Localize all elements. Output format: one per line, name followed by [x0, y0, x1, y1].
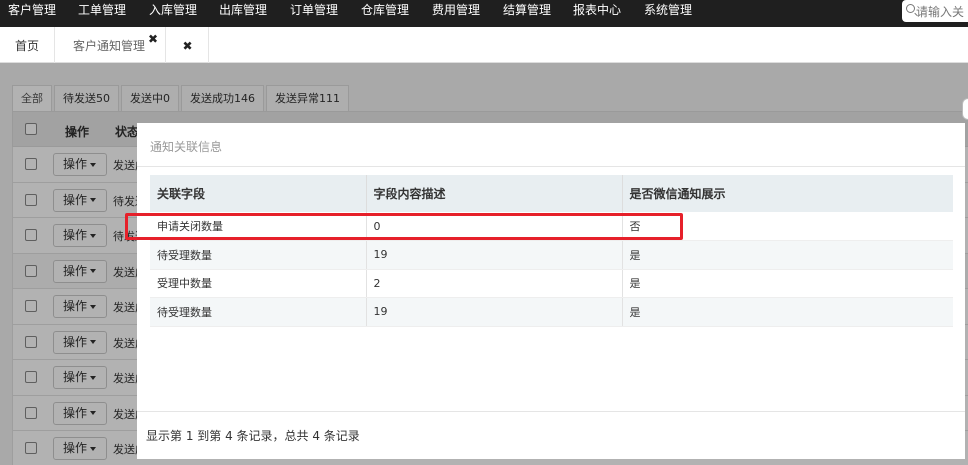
- nav-report-center[interactable]: 报表中心: [573, 0, 621, 27]
- tab-customer-notification[interactable]: 客户通知管理 ✖: [56, 27, 166, 63]
- cell-description: 19: [366, 297, 623, 327]
- nav-system-management[interactable]: 系统管理: [644, 0, 692, 27]
- side-handle[interactable]: [962, 98, 968, 120]
- nav-customer-management[interactable]: 客户管理: [8, 0, 56, 27]
- info-table: 关联字段 字段内容描述 是否微信通知展示 申请关闭数量 0 否 待受理数量 19…: [150, 175, 953, 327]
- cell-description: 2: [366, 269, 623, 298]
- highlight-annotation: [125, 213, 683, 240]
- search-icon: [906, 4, 915, 13]
- close-all-tabs-button[interactable]: ✖: [167, 27, 209, 63]
- nav-settlement-management[interactable]: 结算管理: [503, 0, 551, 27]
- modal-title: 通知关联信息: [150, 140, 223, 154]
- tab-bar: 首页 客户通知管理 ✖ ✖: [0, 27, 968, 63]
- pagination-summary: 显示第 1 到第 4 条记录，总共 4 条记录: [146, 429, 360, 443]
- column-header-wechat-display: 是否微信通知展示: [622, 175, 953, 212]
- column-header-description: 字段内容描述: [366, 175, 623, 212]
- nav-outbound-management[interactable]: 出库管理: [219, 0, 267, 27]
- tab-home[interactable]: 首页: [0, 27, 55, 63]
- top-nav: 客户管理 工单管理 入库管理 出库管理 订单管理 仓库管理 费用管理 结算管理 …: [0, 0, 968, 27]
- table-row: 受理中数量 2 是: [150, 269, 953, 298]
- nav-warehouse-management[interactable]: 仓库管理: [361, 0, 409, 27]
- nav-inbound-management[interactable]: 入库管理: [149, 0, 197, 27]
- cell-wechat-display: 是: [622, 240, 953, 270]
- nav-fee-management[interactable]: 费用管理: [432, 0, 480, 27]
- cell-field: 待受理数量: [150, 297, 367, 327]
- column-header-field: 关联字段: [150, 175, 367, 212]
- search-input[interactable]: 请输入关: [902, 0, 968, 22]
- cell-field: 待受理数量: [150, 240, 367, 270]
- nav-workorder-management[interactable]: 工单管理: [78, 0, 126, 27]
- footer-divider: [137, 411, 965, 412]
- nav-order-management[interactable]: 订单管理: [290, 0, 338, 27]
- info-table-header: 关联字段 字段内容描述 是否微信通知展示: [150, 175, 953, 212]
- table-row: 待受理数量 19 是: [150, 240, 953, 270]
- close-icon[interactable]: ✖: [148, 33, 158, 45]
- cell-wechat-display: 是: [622, 269, 953, 298]
- modal-divider: [137, 166, 965, 167]
- cell-description: 19: [366, 240, 623, 270]
- tab-customer-notification-label: 客户通知管理: [73, 39, 146, 53]
- notification-info-modal: 通知关联信息 关联字段 字段内容描述 是否微信通知展示 申请关闭数量 0 否 待…: [137, 123, 965, 459]
- cell-wechat-display: 是: [622, 297, 953, 327]
- table-row: 待受理数量 19 是: [150, 297, 953, 327]
- search-placeholder: 请输入关: [916, 4, 965, 19]
- cell-field: 受理中数量: [150, 269, 367, 298]
